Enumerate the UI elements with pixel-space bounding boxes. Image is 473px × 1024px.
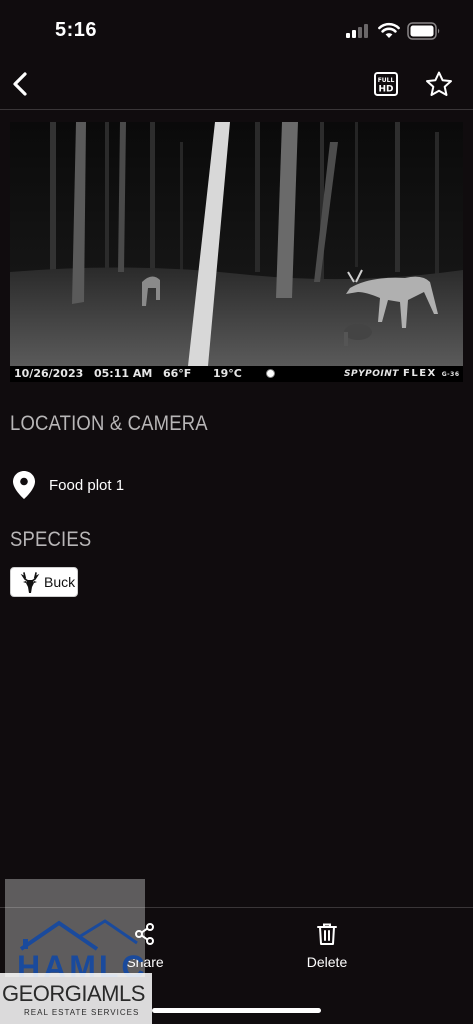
moon-phase-icon xyxy=(266,369,275,378)
photo-detail-screen: 5:16 FULL HD 10/26/2023 05:11 AM 66°F 19… xyxy=(0,0,473,1024)
camera-model-name: FLEX xyxy=(403,368,437,379)
temperature-f: 66°F xyxy=(163,367,192,380)
navigation-bar: FULL HD xyxy=(0,62,473,110)
camera-brand: SPYPOINT xyxy=(344,369,399,379)
trash-icon xyxy=(317,923,337,945)
star-icon xyxy=(426,71,452,96)
svg-text:HD: HD xyxy=(378,85,393,95)
species-section-title: SPECIES xyxy=(10,528,92,551)
delete-button[interactable]: Delete xyxy=(287,922,367,978)
camera-name: Food plot 1 xyxy=(49,477,125,494)
capture-date: 10/26/2023 xyxy=(14,367,84,380)
share-icon xyxy=(135,923,154,945)
battery-icon xyxy=(407,22,440,40)
trail-camera-photo[interactable]: 10/26/2023 05:11 AM 66°F 19°C SPYPOINT F… xyxy=(10,122,463,382)
status-time: 5:16 xyxy=(55,19,98,41)
camera-location-row: Food plot 1 xyxy=(10,470,310,502)
signal-icon xyxy=(346,24,368,38)
location-section-title: LOCATION & CAMERA xyxy=(10,412,208,435)
svg-text:FULL: FULL xyxy=(378,77,395,84)
wifi-icon xyxy=(378,22,400,38)
share-button[interactable]: Share xyxy=(105,922,185,978)
camera-model-suffix: G-36 xyxy=(441,371,460,378)
home-indicator[interactable] xyxy=(152,1008,321,1013)
bottom-toolbar: Share Delete xyxy=(0,907,473,1024)
buck-icon xyxy=(20,572,40,593)
back-chevron-icon xyxy=(13,72,27,96)
map-pin-icon xyxy=(13,471,35,499)
back-button[interactable] xyxy=(6,68,36,100)
full-hd-icon: FULL HD xyxy=(374,72,398,96)
temperature-c: 19°C xyxy=(213,367,242,380)
camera-info-strip: 10/26/2023 05:11 AM 66°F 19°C SPYPOINT F… xyxy=(10,366,463,382)
camera-model: FLEX G-36 xyxy=(403,368,460,379)
capture-time: 05:11 AM xyxy=(94,367,153,380)
status-bar: 5:16 xyxy=(0,0,473,62)
night-forest-image xyxy=(10,122,463,366)
species-tag-buck[interactable]: Buck xyxy=(10,567,78,597)
full-hd-button[interactable]: FULL HD xyxy=(372,70,400,98)
favorite-button[interactable] xyxy=(424,70,454,98)
share-label: Share xyxy=(126,954,164,970)
species-tag-label: Buck xyxy=(44,574,76,590)
delete-label: Delete xyxy=(306,954,348,970)
